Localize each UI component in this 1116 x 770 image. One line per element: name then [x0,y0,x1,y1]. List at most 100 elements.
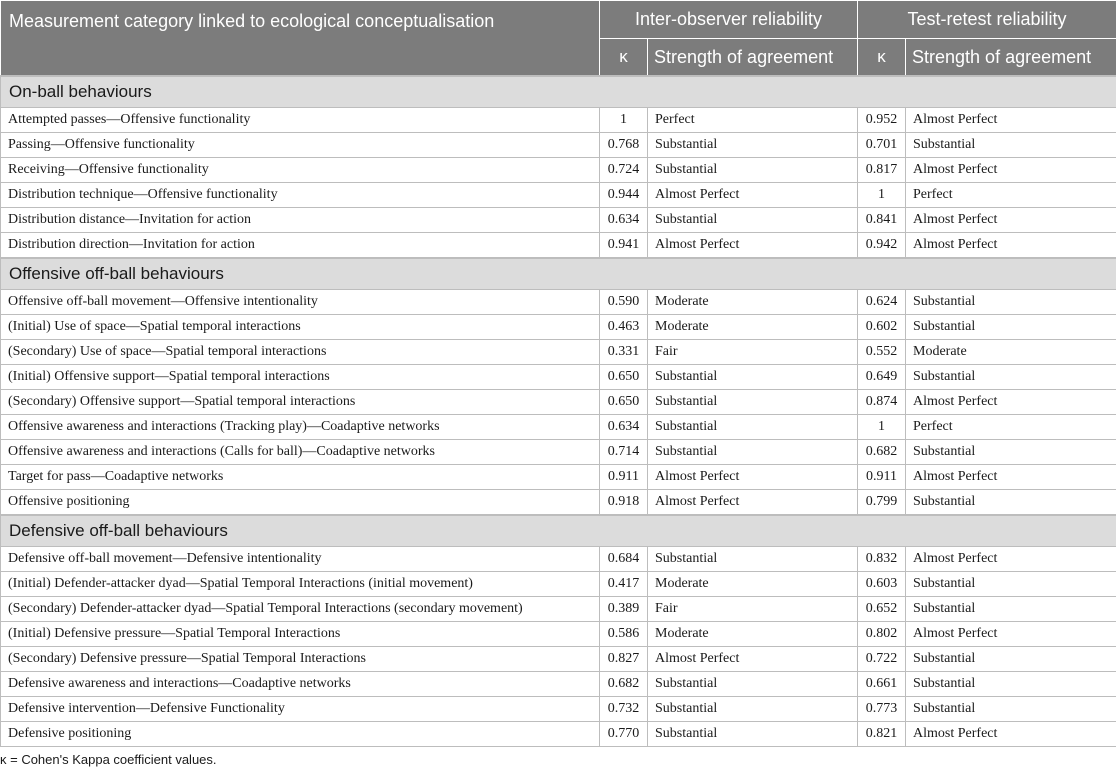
cell-strength-inter: Substantial [646,207,859,233]
cell-strength-inter: Almost Perfect [646,182,859,208]
cell-kappa-test: 0.652 [857,596,907,622]
cell-measurement: Distribution technique—Offensive functio… [0,182,600,208]
cell-kappa-inter: 0.650 [599,364,648,390]
table-body: On-ball behaviours Attempted passes—Offen… [0,75,1116,747]
cell-measurement: Offensive off-ball movement—Offensive in… [0,289,600,315]
cell-measurement: (Secondary) Offensive support—Spatial te… [0,389,600,415]
cell-kappa-test: 0.942 [857,232,907,259]
cell-strength-inter: Almost Perfect [646,464,859,490]
cell-strength-test: Almost Perfect [905,107,1116,133]
table-row: (Secondary) Defensive pressure—Spatial T… [0,646,1116,672]
cell-kappa-test: 0.701 [857,132,907,158]
cell-kappa-inter: 0.331 [599,339,648,365]
cell-kappa-inter: 0.650 [599,389,648,415]
cell-kappa-test: 0.602 [857,314,907,340]
cell-measurement: Defensive positioning [0,721,600,747]
cell-kappa-inter: 0.770 [599,721,648,747]
cell-strength-inter: Moderate [646,314,859,340]
cell-kappa-test: 0.649 [857,364,907,390]
table-row: (Secondary) Use of space—Spatial tempora… [0,339,1116,365]
cell-kappa-inter: 0.714 [599,439,648,465]
cell-strength-inter: Perfect [646,107,859,133]
section-title: On-ball behaviours [0,75,1116,108]
header-inter-observer: Inter-observer reliability [598,0,859,39]
cell-kappa-inter: 0.634 [599,414,648,440]
table-row: Offensive off-ball movement—Offensive in… [0,289,1116,315]
cell-measurement: (Initial) Defensive pressure—Spatial Tem… [0,621,600,647]
cell-strength-inter: Almost Perfect [646,232,859,259]
table-row: Offensive awareness and interactions (Tr… [0,414,1116,440]
table-row: Offensive positioning 0.918 Almost Perfect… [0,489,1116,516]
cell-kappa-inter: 0.590 [599,289,648,315]
table-row: Target for pass—Coadaptive networks 0.911… [0,464,1116,490]
cell-kappa-test: 1 [857,182,907,208]
table-row: (Initial) Defender-attacker dyad—Spatial… [0,571,1116,597]
table-header: Measurement category linked to ecologica… [0,0,1116,77]
cell-measurement: Defensive intervention—Defensive Functio… [0,696,600,722]
cell-strength-inter: Substantial [646,132,859,158]
cell-strength-test: Moderate [905,339,1116,365]
cell-kappa-test: 0.722 [857,646,907,672]
cell-kappa-test: 0.832 [857,546,907,572]
cell-kappa-inter: 0.911 [599,464,648,490]
cell-measurement: (Secondary) Use of space—Spatial tempora… [0,339,600,365]
cell-kappa-inter: 0.634 [599,207,648,233]
table-row: Defensive positioning 0.770 Substantial 0.8… [0,721,1116,747]
cell-kappa-test: 0.874 [857,389,907,415]
cell-strength-test: Substantial [905,314,1116,340]
cell-strength-inter: Substantial [646,546,859,572]
cell-measurement: (Secondary) Defender-attacker dyad—Spati… [0,596,600,622]
table-row: Defensive off-ball movement—Defensive in… [0,546,1116,572]
cell-strength-inter: Substantial [646,364,859,390]
cell-kappa-inter: 0.389 [599,596,648,622]
cell-strength-test: Almost Perfect [905,546,1116,572]
cell-kappa-inter: 0.417 [599,571,648,597]
cell-kappa-test: 0.817 [857,157,907,183]
cell-strength-inter: Substantial [646,439,859,465]
cell-measurement: Target for pass—Coadaptive networks [0,464,600,490]
cell-measurement: Defensive awareness and interactions—Coa… [0,671,600,697]
header-kappa-test: κ [857,38,907,77]
cell-strength-inter: Fair [646,596,859,622]
table-row: (Initial) Defensive pressure—Spatial Tem… [0,621,1116,647]
cell-strength-test: Almost Perfect [905,621,1116,647]
cell-kappa-test: 0.821 [857,721,907,747]
cell-strength-inter: Moderate [646,571,859,597]
header-strength-test: Strength of agreement [905,38,1116,77]
section-title: Offensive off-ball behaviours [0,257,1116,290]
cell-measurement: Offensive awareness and interactions (Ca… [0,439,600,465]
header-kappa-inter: κ [599,38,648,77]
cell-kappa-test: 0.603 [857,571,907,597]
cell-kappa-inter: 0.941 [599,232,648,259]
cell-kappa-test: 0.624 [857,289,907,315]
cell-kappa-inter: 0.684 [599,546,648,572]
cell-kappa-test: 1 [857,414,907,440]
cell-strength-test: Almost Perfect [905,389,1116,415]
table-row: Distribution technique—Offensive functio… [0,182,1116,208]
cell-strength-test: Almost Perfect [905,207,1116,233]
cell-measurement: Offensive positioning [0,489,600,516]
cell-measurement: Passing—Offensive functionality [0,132,600,158]
cell-strength-test: Substantial [905,289,1116,315]
section-header-row: Offensive off-ball behaviours [0,257,1116,290]
cell-measurement: Offensive awareness and interactions (Tr… [0,414,600,440]
cell-kappa-inter: 0.586 [599,621,648,647]
cell-strength-inter: Substantial [646,671,859,697]
cell-strength-inter: Moderate [646,621,859,647]
cell-strength-test: Substantial [905,571,1116,597]
cell-measurement: Defensive off-ball movement—Defensive in… [0,546,600,572]
section-header-row: Defensive off-ball behaviours [0,514,1116,547]
cell-strength-test: Substantial [905,439,1116,465]
header-strength-inter: Strength of agreement [646,38,859,77]
cell-measurement: (Initial) Defender-attacker dyad—Spatial… [0,571,600,597]
cell-strength-inter: Substantial [646,157,859,183]
header-test-retest: Test-retest reliability [857,0,1116,39]
cell-kappa-test: 0.952 [857,107,907,133]
table-row: (Initial) Use of space—Spatial temporal … [0,314,1116,340]
table-footnote: κ = Cohen's Kappa coefficient values. [0,752,217,767]
cell-kappa-inter: 0.768 [599,132,648,158]
cell-strength-inter: Almost Perfect [646,646,859,672]
cell-kappa-test: 0.552 [857,339,907,365]
section-title: Defensive off-ball behaviours [0,514,1116,547]
cell-measurement: (Initial) Use of space—Spatial temporal … [0,314,600,340]
